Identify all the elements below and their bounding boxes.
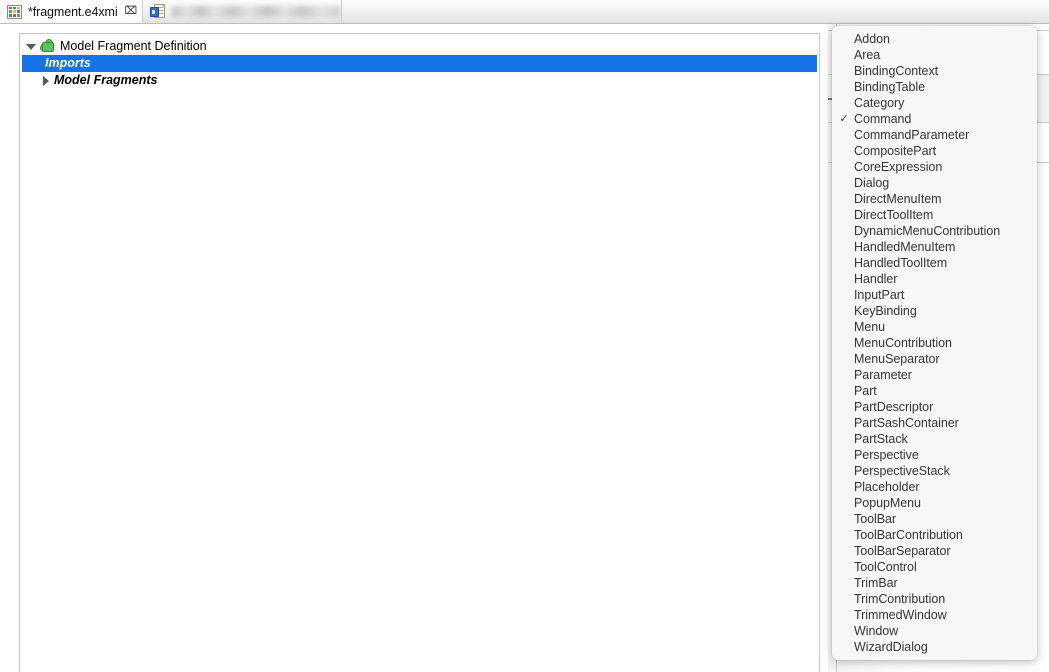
tab-fragment-e4xmi[interactable]: *fragment.e4xmi ⌧ bbox=[0, 0, 142, 23]
menu-item-handler[interactable]: Handler bbox=[832, 271, 1037, 287]
menu-item-keybinding[interactable]: KeyBinding bbox=[832, 303, 1037, 319]
menu-item-label: WizardDialog bbox=[854, 639, 928, 654]
menu-item-trimmedwindow[interactable]: TrimmedWindow bbox=[832, 607, 1037, 623]
menu-item-handledmenuitem[interactable]: HandledMenuItem bbox=[832, 239, 1037, 255]
menu-item-label: HandledToolItem bbox=[854, 255, 948, 270]
menu-item-label: PerspectiveStack bbox=[854, 463, 950, 478]
menu-item-label: Parameter bbox=[854, 367, 912, 382]
menu-item-addon[interactable]: Addon bbox=[832, 31, 1037, 47]
java-class-icon bbox=[150, 4, 166, 19]
menu-item-handledtoolitem[interactable]: HandledToolItem bbox=[832, 255, 1037, 271]
menu-item-label: PartStack bbox=[854, 431, 908, 446]
menu-item-area[interactable]: Area bbox=[832, 47, 1037, 63]
menu-item-category[interactable]: Category bbox=[832, 95, 1037, 111]
menu-item-label: ToolBar bbox=[854, 511, 897, 526]
expand-triangle-right-icon[interactable] bbox=[43, 75, 49, 86]
menu-item-label: Category bbox=[854, 95, 905, 110]
tree-node-label: Model Fragments bbox=[54, 73, 158, 88]
menu-item-label: HandledMenuItem bbox=[854, 239, 956, 254]
menu-item-label: DirectToolItem bbox=[854, 207, 934, 222]
menu-item-label: BindingTable bbox=[854, 79, 925, 94]
menu-item-perspective[interactable]: Perspective bbox=[832, 447, 1037, 463]
model-editor-grid-icon bbox=[7, 4, 22, 19]
menu-item-dynamicmenucontribution[interactable]: DynamicMenuContribution bbox=[832, 223, 1037, 239]
menu-item-inputpart[interactable]: InputPart bbox=[832, 287, 1037, 303]
menu-item-bindingtable[interactable]: BindingTable bbox=[832, 79, 1037, 95]
menu-item-label: TrimmedWindow bbox=[854, 607, 947, 622]
menu-item-label: PopupMenu bbox=[854, 495, 921, 510]
menu-item-label: InputPart bbox=[854, 287, 905, 302]
menu-item-label: Addon bbox=[854, 31, 890, 46]
menu-item-label: Command bbox=[854, 111, 912, 126]
menu-item-coreexpression[interactable]: CoreExpression bbox=[832, 159, 1037, 175]
menu-item-label: DynamicMenuContribution bbox=[854, 223, 1001, 238]
menu-item-partstack[interactable]: PartStack bbox=[832, 431, 1037, 447]
menu-item-label: CoreExpression bbox=[854, 159, 943, 174]
menu-item-label: KeyBinding bbox=[854, 303, 917, 318]
menu-item-label: Perspective bbox=[854, 447, 919, 462]
menu-item-label: ToolBarContribution bbox=[854, 527, 963, 542]
menu-item-perspectivestack[interactable]: PerspectiveStack bbox=[832, 463, 1037, 479]
tab-secondary-file[interactable] bbox=[142, 0, 342, 23]
menu-item-partdescriptor[interactable]: PartDescriptor bbox=[832, 399, 1037, 415]
menu-item-partsashcontainer[interactable]: PartSashContainer bbox=[832, 415, 1037, 431]
menu-item-menu[interactable]: Menu bbox=[832, 319, 1037, 335]
menu-item-label: Window bbox=[854, 623, 899, 638]
tree-row-imports[interactable]: Imports bbox=[22, 55, 817, 72]
menu-item-label: ToolControl bbox=[854, 559, 917, 574]
menu-item-label: MenuContribution bbox=[854, 335, 952, 350]
menu-item-label: ToolBarSeparator bbox=[854, 543, 951, 558]
menu-item-window[interactable]: Window bbox=[832, 623, 1037, 639]
menu-item-trimbar[interactable]: TrimBar bbox=[832, 575, 1037, 591]
menu-item-toolbarcontribution[interactable]: ToolBarContribution bbox=[832, 527, 1037, 543]
editor-tab-strip: *fragment.e4xmi ⌧ bbox=[0, 0, 1049, 24]
menu-item-toolbar[interactable]: ToolBar bbox=[832, 511, 1037, 527]
menu-item-label: BindingContext bbox=[854, 63, 939, 78]
menu-item-command[interactable]: ✓ Command bbox=[832, 111, 1037, 127]
menu-item-label: CommandParameter bbox=[854, 127, 970, 142]
menu-item-commandparameter[interactable]: CommandParameter bbox=[832, 127, 1037, 143]
menu-item-dialog[interactable]: Dialog bbox=[832, 175, 1037, 191]
menu-item-label: DirectMenuItem bbox=[854, 191, 942, 206]
menu-item-compositepart[interactable]: CompositePart bbox=[832, 143, 1037, 159]
menu-item-label: PartSashContainer bbox=[854, 415, 959, 430]
menu-item-label: Dialog bbox=[854, 175, 890, 190]
menu-item-label: PartDescriptor bbox=[854, 399, 934, 414]
menu-item-menucontribution[interactable]: MenuContribution bbox=[832, 335, 1037, 351]
menu-item-trimcontribution[interactable]: TrimContribution bbox=[832, 591, 1037, 607]
menu-item-label: CompositePart bbox=[854, 143, 937, 158]
menu-item-part[interactable]: Part bbox=[832, 383, 1037, 399]
menu-item-label: Menu bbox=[854, 319, 886, 334]
menu-item-popupmenu[interactable]: PopupMenu bbox=[832, 495, 1037, 511]
menu-item-placeholder[interactable]: Placeholder bbox=[832, 479, 1037, 495]
green-puzzle-icon bbox=[40, 39, 56, 54]
menu-item-bindingcontext[interactable]: BindingContext bbox=[832, 63, 1037, 79]
menu-item-wizarddialog[interactable]: WizardDialog bbox=[832, 639, 1037, 655]
menu-item-directtoolitem[interactable]: DirectToolItem bbox=[832, 207, 1037, 223]
expand-triangle-down-icon[interactable] bbox=[26, 43, 36, 50]
menu-item-parameter[interactable]: Parameter bbox=[832, 367, 1037, 383]
menu-item-label: Handler bbox=[854, 271, 898, 286]
tab-label: *fragment.e4xmi bbox=[28, 4, 118, 19]
menu-item-directmenuitem[interactable]: DirectMenuItem bbox=[832, 191, 1037, 207]
tab-label bbox=[172, 6, 340, 17]
menu-item-label: Part bbox=[854, 383, 877, 398]
menu-item-label: TrimContribution bbox=[854, 591, 946, 606]
menu-item-label: MenuSeparator bbox=[854, 351, 940, 366]
menu-item-label: TrimBar bbox=[854, 575, 898, 590]
tree-node-label: Model Fragment Definition bbox=[60, 39, 207, 54]
menu-item-toolcontrol[interactable]: ToolControl bbox=[832, 559, 1037, 575]
model-fragment-tree[interactable]: Model Fragment Definition Imports Model … bbox=[19, 33, 820, 672]
menu-item-menuseparator[interactable]: MenuSeparator bbox=[832, 351, 1037, 367]
tree-row[interactable]: Model Fragment Definition bbox=[20, 38, 819, 55]
tree-node-label: Imports bbox=[45, 56, 91, 71]
menu-item-label: Placeholder bbox=[854, 479, 920, 494]
close-icon[interactable]: ⌧ bbox=[125, 6, 138, 17]
tree-row-model-fragments[interactable]: Model Fragments bbox=[20, 72, 819, 89]
menu-item-toolbarseparator[interactable]: ToolBarSeparator bbox=[832, 543, 1037, 559]
menu-item-label: Area bbox=[854, 47, 881, 62]
element-type-dropdown-menu[interactable]: Addon Area BindingContext BindingTable Categ… bbox=[832, 26, 1037, 660]
checkmark-icon: ✓ bbox=[839, 112, 849, 125]
